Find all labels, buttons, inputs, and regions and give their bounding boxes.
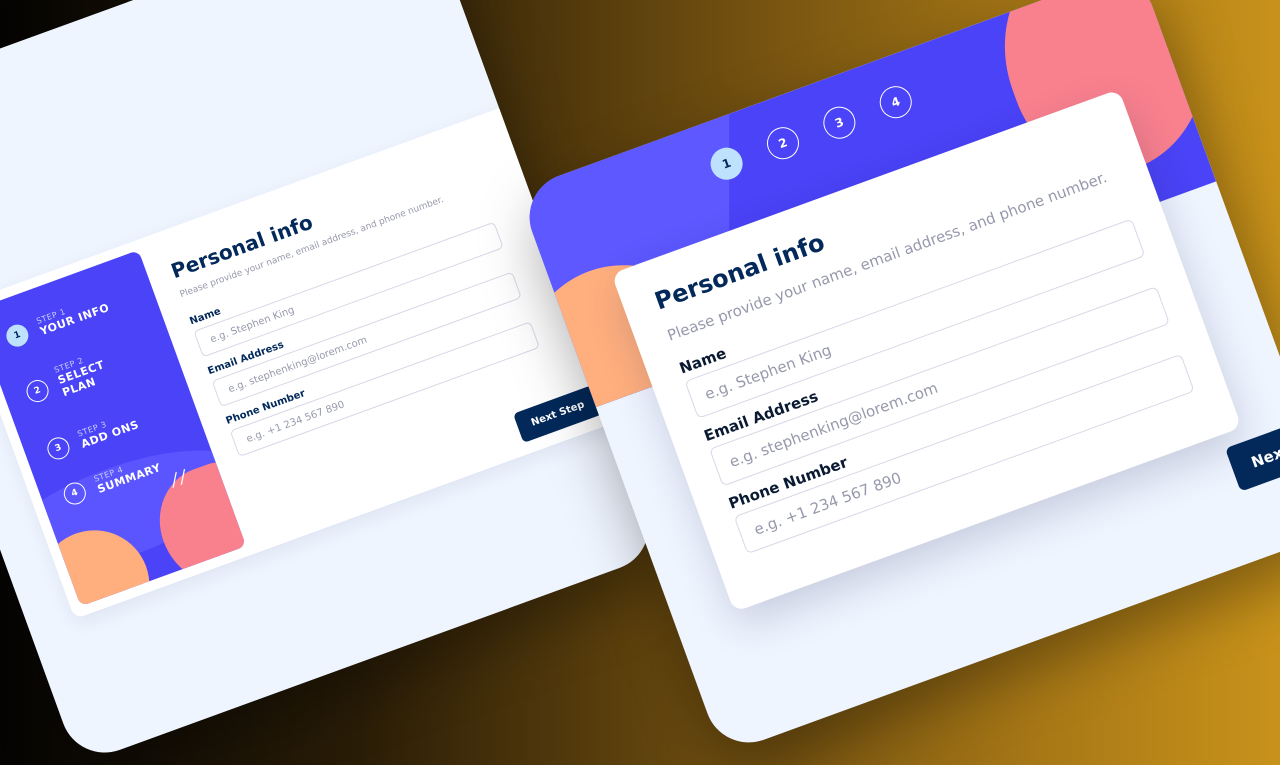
- desktop-form-card: ⁄ ⁄ 1 STEP 1 YOUR INFO 2 STEP 2 SELECT P…: [0, 105, 620, 620]
- sidebar-step-3[interactable]: 3 STEP 3 ADD ONS: [44, 409, 141, 463]
- step-number-badge: 3: [44, 434, 73, 463]
- next-step-button[interactable]: Next Step: [513, 385, 603, 443]
- desktop-form-main: Personal info Please provide your name, …: [168, 144, 559, 458]
- mobile-step-3[interactable]: 3: [818, 102, 860, 144]
- desktop-preview-inner: ⁄ ⁄ 1 STEP 1 YOUR INFO 2 STEP 2 SELECT P…: [0, 0, 620, 680]
- mobile-step-2[interactable]: 2: [762, 122, 804, 164]
- mobile-step-4[interactable]: 4: [875, 81, 917, 123]
- mobile-preview-tile: 1 2 3 4 Personal info Please provide you…: [517, 0, 1280, 755]
- sidebar-step-1[interactable]: 1 STEP 1 YOUR INFO: [3, 293, 111, 350]
- sidebar-step-2[interactable]: 2 STEP 2 SELECT PLAN: [21, 346, 121, 411]
- step-number-badge: 1: [3, 321, 32, 350]
- desktop-preview-tile: ⁄ ⁄ 1 STEP 1 YOUR INFO 2 STEP 2 SELECT P…: [0, 0, 662, 765]
- step-number-badge: 2: [23, 376, 52, 405]
- mobile-step-indicator: 1 2 3 4: [706, 81, 917, 185]
